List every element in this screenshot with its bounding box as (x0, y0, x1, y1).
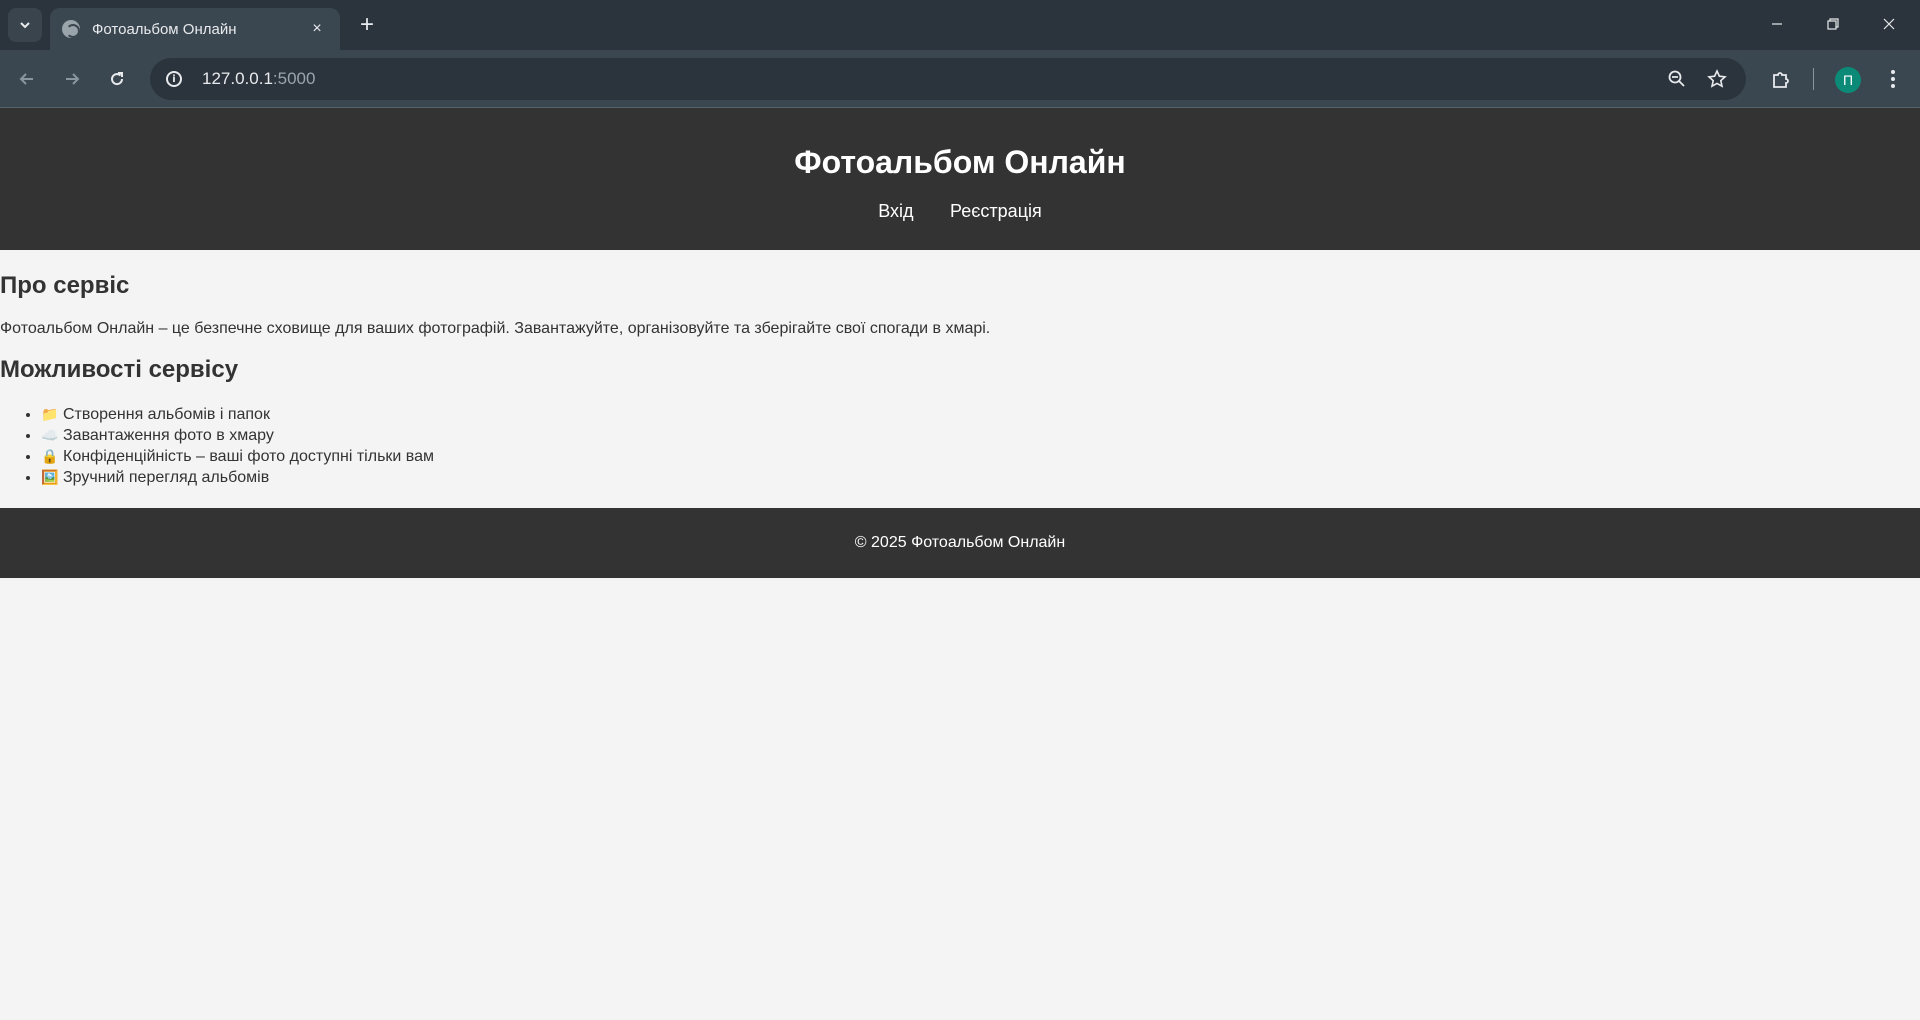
more-vertical-icon (1891, 70, 1895, 88)
about-heading: Про сервіс (0, 272, 130, 299)
extensions-button[interactable] (1764, 62, 1798, 96)
address-bar[interactable]: i 127.0.0.1:5000 (150, 58, 1746, 100)
browser-tab-strip: Фотоальбом Онлайн × + (0, 0, 1920, 50)
zoom-out-icon (1668, 70, 1685, 87)
reload-icon (111, 72, 124, 86)
feature-text: Створення альбомів і папок (63, 406, 270, 423)
feature-text: Зручний перегляд альбомів (63, 469, 270, 486)
forward-button[interactable] (55, 62, 89, 96)
globe-icon (62, 20, 80, 38)
toolbar-separator (1813, 68, 1814, 90)
browser-toolbar: i 127.0.0.1:5000 (0, 50, 1920, 108)
features-heading: Можливості сервісу (0, 356, 239, 383)
site-title: Фотоальбом Онлайн (794, 144, 1126, 180)
info-icon: i (166, 71, 182, 87)
folder-icon: 📁 (41, 406, 59, 422)
reload-button[interactable] (100, 62, 134, 96)
menu-button[interactable] (1876, 62, 1910, 96)
web-page: Фотоальбом Онлайн Вхід Реєстрація Про се… (0, 108, 1920, 1020)
picture-icon: 🖼️ (41, 469, 59, 485)
arrow-left-icon (19, 73, 33, 85)
site-info-button[interactable]: i (160, 65, 188, 93)
feature-text: Конфіденційність – ваші фото доступні ті… (63, 448, 434, 465)
site-nav: Вхід Реєстрація (0, 201, 1920, 222)
list-item: 📁Створення альбомів і папок (41, 404, 1920, 425)
zoom-button[interactable] (1662, 64, 1692, 94)
login-link[interactable]: Вхід (878, 201, 913, 221)
lock-icon: 🔒 (41, 448, 59, 464)
star-icon (1707, 69, 1727, 88)
profile-avatar[interactable]: П (1835, 67, 1861, 93)
list-item: ☁️Завантаження фото в хмару (41, 425, 1920, 446)
close-icon (1883, 18, 1895, 30)
main-content: Про сервіс Фотоальбом Онлайн – це безпеч… (0, 272, 1920, 488)
bookmark-button[interactable] (1702, 64, 1732, 94)
chevron-down-icon (20, 22, 30, 29)
cloud-icon: ☁️ (41, 427, 59, 443)
back-button[interactable] (10, 62, 44, 96)
site-header: Фотоальбом Онлайн Вхід Реєстрація (0, 108, 1920, 250)
browser-tab-active[interactable]: Фотоальбом Онлайн × (50, 8, 340, 50)
puzzle-icon (1773, 72, 1789, 88)
minimize-button[interactable] (1754, 6, 1800, 42)
site-footer: © 2025 Фотоальбом Онлайн (0, 508, 1920, 578)
arrow-right-icon (66, 73, 80, 85)
features-list: 📁Створення альбомів і папок ☁️Завантажен… (0, 404, 1920, 488)
about-text: Фотоальбом Онлайн – це безпечне сховище … (0, 320, 991, 337)
close-tab-icon[interactable]: × (306, 20, 328, 38)
close-window-button[interactable] (1866, 6, 1912, 42)
tab-title: Фотоальбом Онлайн (92, 20, 237, 38)
list-item: 🔒Конфіденційність – ваші фото доступні т… (41, 446, 1920, 467)
register-link[interactable]: Реєстрація (950, 201, 1042, 221)
new-tab-button[interactable]: + (352, 10, 382, 40)
restore-button[interactable] (1810, 6, 1856, 42)
url-text: 127.0.0.1:5000 (202, 69, 316, 88)
list-item: 🖼️Зручний перегляд альбомів (41, 467, 1920, 488)
tab-search-button[interactable] (8, 8, 42, 42)
restore-icon (1827, 18, 1839, 30)
minimize-icon (1772, 23, 1782, 25)
feature-text: Завантаження фото в хмару (63, 427, 274, 444)
